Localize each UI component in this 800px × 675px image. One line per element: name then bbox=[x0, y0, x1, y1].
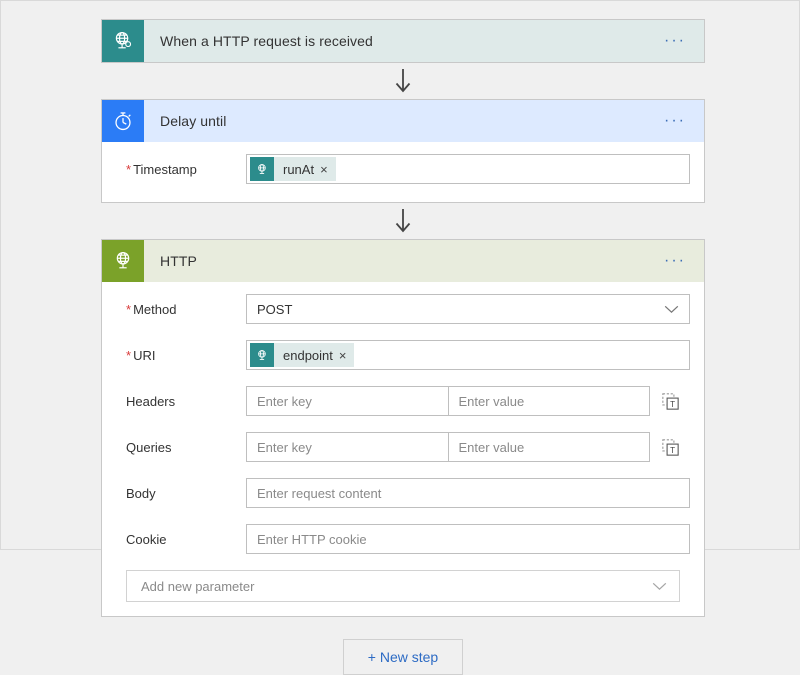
method-field-label: * Method bbox=[116, 302, 246, 317]
uri-field-row: * URI bbox=[116, 328, 690, 374]
http-card-body: * Method POST bbox=[102, 282, 704, 616]
trigger-card-header[interactable]: When a HTTP request is received ··· bbox=[102, 20, 704, 62]
timestamp-field-control: runAt × bbox=[246, 154, 690, 184]
timestamp-field-label: * Timestamp bbox=[116, 162, 246, 177]
required-asterisk: * bbox=[126, 303, 131, 316]
token-label: runAt bbox=[274, 162, 320, 177]
headers-value-input[interactable]: Enter value bbox=[449, 386, 651, 416]
body-field-label: Body bbox=[116, 486, 246, 501]
method-selected-value: POST bbox=[257, 302, 292, 317]
uri-field-label: * URI bbox=[116, 348, 246, 363]
queries-field-label: Queries bbox=[116, 440, 246, 455]
trigger-card-title: When a HTTP request is received bbox=[144, 20, 646, 62]
method-field-row: * Method POST bbox=[116, 282, 690, 328]
body-field-control: Enter request content bbox=[246, 478, 690, 508]
body-field-row: Body Enter request content bbox=[116, 466, 690, 512]
queries-switch-to-text-mode-icon[interactable]: T bbox=[650, 439, 690, 456]
chevron-down-icon[interactable] bbox=[664, 305, 679, 314]
stopwatch-icon bbox=[102, 100, 144, 142]
globe-network-icon bbox=[250, 343, 274, 367]
timestamp-field-row: * Timestamp bbox=[116, 142, 690, 188]
queries-key-input[interactable]: Enter key bbox=[246, 432, 449, 462]
http-card-overflow-menu-icon[interactable]: ··· bbox=[646, 240, 704, 282]
logic-app-designer-canvas: When a HTTP request is received ··· bbox=[0, 0, 800, 550]
method-label-text: Method bbox=[133, 302, 176, 317]
workflow-flow-column: When a HTTP request is received ··· bbox=[101, 19, 705, 675]
globe-network-icon bbox=[102, 20, 144, 62]
required-asterisk: * bbox=[126, 349, 131, 362]
delay-until-card-title: Delay until bbox=[144, 100, 646, 142]
add-new-parameter-select[interactable]: Add new parameter bbox=[126, 570, 680, 602]
connector-arrow-trigger-to-delay bbox=[101, 63, 705, 99]
trigger-card-overflow-menu-icon[interactable]: ··· bbox=[646, 20, 704, 62]
headers-key-value-pair: Enter key Enter value bbox=[246, 386, 650, 416]
headers-key-input[interactable]: Enter key bbox=[246, 386, 449, 416]
svg-text:T: T bbox=[670, 399, 675, 408]
chevron-down-icon[interactable] bbox=[652, 582, 667, 591]
new-step-row: + New step bbox=[101, 639, 705, 675]
required-asterisk: * bbox=[126, 163, 131, 176]
token-chip-endpoint[interactable]: endpoint × bbox=[250, 343, 354, 367]
token-remove-icon[interactable]: × bbox=[320, 163, 336, 176]
uri-label-text: URI bbox=[133, 348, 155, 363]
queries-key-value-pair: Enter key Enter value bbox=[246, 432, 650, 462]
token-label: endpoint bbox=[274, 348, 339, 363]
delay-until-card-header[interactable]: Delay until ··· bbox=[102, 100, 704, 142]
http-card-header[interactable]: HTTP ··· bbox=[102, 240, 704, 282]
queries-field-control: Enter key Enter value T bbox=[246, 432, 690, 462]
headers-field-control: Enter key Enter value T bbox=[246, 386, 690, 416]
timestamp-input[interactable]: runAt × bbox=[246, 154, 690, 184]
new-step-button[interactable]: + New step bbox=[343, 639, 463, 675]
uri-field-control: endpoint × bbox=[246, 340, 690, 370]
http-card[interactable]: HTTP ··· * Method POST bbox=[101, 239, 705, 617]
headers-switch-to-text-mode-icon[interactable]: T bbox=[650, 393, 690, 410]
timestamp-label-text: Timestamp bbox=[133, 162, 197, 177]
headers-field-row: Headers Enter key Enter value T bbox=[116, 374, 690, 420]
queries-value-input[interactable]: Enter value bbox=[449, 432, 651, 462]
uri-input[interactable]: endpoint × bbox=[246, 340, 690, 370]
cookie-field-row: Cookie Enter HTTP cookie bbox=[116, 512, 690, 558]
token-remove-icon[interactable]: × bbox=[339, 349, 355, 362]
globe-stand-icon bbox=[102, 240, 144, 282]
delay-until-card[interactable]: Delay until ··· * Timestamp bbox=[101, 99, 705, 203]
method-select[interactable]: POST bbox=[246, 294, 690, 324]
headers-field-label: Headers bbox=[116, 394, 246, 409]
method-field-control: POST bbox=[246, 294, 690, 324]
svg-text:T: T bbox=[670, 445, 675, 454]
connector-arrow-delay-to-http bbox=[101, 203, 705, 239]
body-input[interactable]: Enter request content bbox=[246, 478, 690, 508]
add-new-parameter-label: Add new parameter bbox=[141, 579, 254, 594]
queries-field-row: Queries Enter key Enter value T bbox=[116, 420, 690, 466]
trigger-card[interactable]: When a HTTP request is received ··· bbox=[101, 19, 705, 63]
delay-until-card-body: * Timestamp bbox=[102, 142, 704, 202]
token-chip-runat[interactable]: runAt × bbox=[250, 157, 336, 181]
http-card-title: HTTP bbox=[144, 240, 646, 282]
cookie-field-label: Cookie bbox=[116, 532, 246, 547]
delay-until-card-overflow-menu-icon[interactable]: ··· bbox=[646, 100, 704, 142]
globe-network-icon bbox=[250, 157, 274, 181]
